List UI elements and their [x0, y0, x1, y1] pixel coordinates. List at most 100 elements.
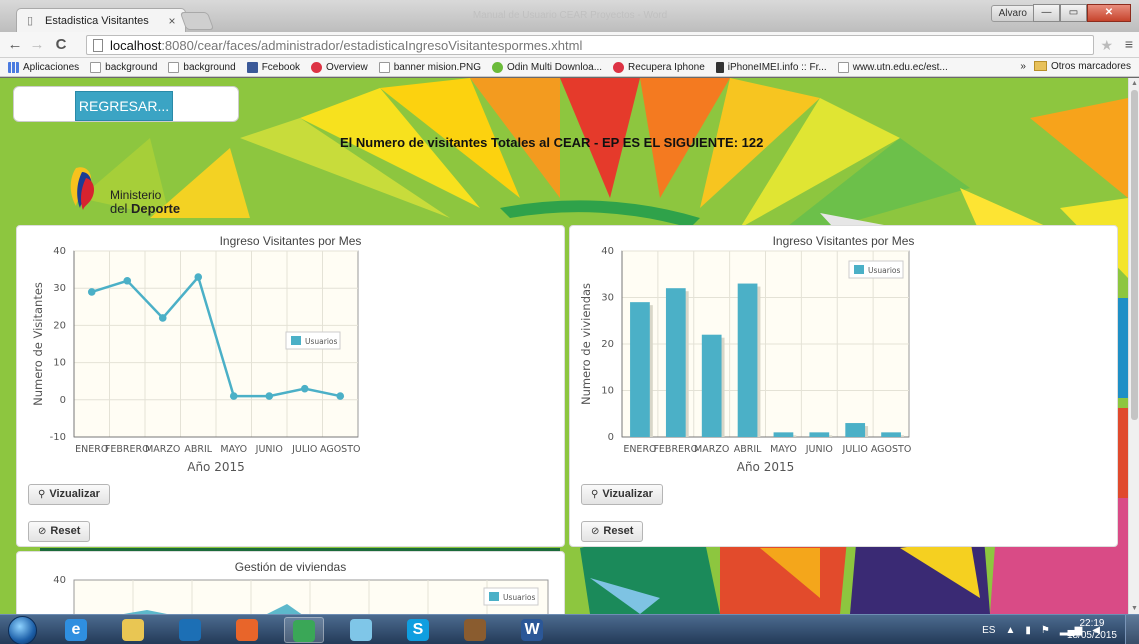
skype-icon[interactable]: S [398, 617, 438, 643]
reload-icon[interactable]: C [52, 36, 70, 54]
bookmark-item[interactable]: banner mision.PNG [378, 61, 481, 73]
reset-icon: ⊘ [38, 526, 47, 537]
y-tick-label: -10 [50, 432, 66, 443]
x-axis-title: Año 2015 [187, 460, 245, 474]
media-player-icon[interactable] [170, 617, 210, 643]
page-scrollbar[interactable]: ▲ ▼ [1128, 78, 1139, 614]
overview-icon [311, 61, 323, 73]
bookmark-item[interactable]: Odin Multi Downloa... [492, 61, 602, 73]
x-tick-label: AGOSTO [871, 444, 911, 455]
browser-toolbar: ← → C localhost:8080/cear/faces/administ… [0, 32, 1139, 58]
bookmarks-bar: Aplicaciones background background Fcebook O… [0, 58, 1139, 77]
language-indicator[interactable]: ES [982, 625, 995, 636]
page-icon: ▯ [27, 14, 34, 27]
maximize-button[interactable]: ▭ [1060, 4, 1087, 22]
bookmark-label: banner mision.PNG [393, 61, 481, 73]
logo-text-ministerio: Ministerio [110, 188, 162, 202]
legend-label: Usuarios [868, 266, 901, 275]
back-button[interactable]: REGRESAR... [75, 91, 173, 121]
browser-tab[interactable]: ▯ Estadistica Visitantes × [16, 8, 186, 32]
facebook-icon [246, 61, 258, 73]
x-tick-label: JUNIO [805, 444, 833, 455]
bookmark-item[interactable]: Aplicaciones [8, 61, 79, 73]
tray-expand-icon[interactable]: ▲ [1005, 625, 1015, 636]
data-point [265, 392, 274, 400]
other-bookmarks-folder[interactable]: Otros marcadores [1051, 61, 1131, 72]
chrome-icon[interactable] [284, 617, 324, 643]
x-tick-label: JULIO [842, 444, 868, 455]
show-desktop-button[interactable] [1125, 615, 1139, 644]
word-icon[interactable]: W [512, 617, 552, 643]
bookmark-label: background [183, 61, 236, 73]
legend-label: Usuarios [305, 337, 338, 346]
bookmark-label: www.utn.edu.ec/est... [852, 61, 948, 73]
bookmark-item[interactable]: iPhoneIMEI.info :: Fr... [715, 61, 827, 73]
clock-date: 18/05/2015 [1066, 630, 1117, 641]
view-button[interactable]: ⚲ Vizualizar [581, 484, 663, 505]
reset-button[interactable]: ⊘ Reset [581, 521, 644, 542]
back-arrow-icon[interactable]: ← [6, 36, 24, 54]
legend-swatch [291, 336, 301, 345]
close-tab-icon[interactable]: × [165, 14, 179, 28]
scrollbar-thumb[interactable] [1131, 90, 1138, 420]
bookmark-label: Recupera Iphone [628, 61, 705, 73]
minimize-button[interactable]: — [1033, 4, 1060, 22]
window-title: Manual de Usuario CEAR Proyectos - Word [472, 10, 668, 21]
tab-title: Estadistica Visitantes [45, 14, 149, 27]
folder-icon[interactable] [341, 617, 381, 643]
plot-area [73, 579, 549, 614]
network-icon[interactable]: ▮ [1025, 625, 1031, 636]
bar-chart-panel: Ingreso Visitantes por Mes 0 10 20 30 40 ENER… [569, 225, 1118, 547]
more-bookmarks-button[interactable]: » [1020, 61, 1026, 72]
view-button[interactable]: ⚲ Vizualizar [28, 484, 110, 505]
firefox-icon[interactable] [227, 617, 267, 643]
back-panel: REGRESAR... [13, 86, 239, 122]
bookmark-item[interactable]: www.utn.edu.ec/est... [837, 61, 948, 73]
windows-taskbar: eSW ES ▲ ▮ ⚑ ▂▄▆ ◀ 22:19 18/05/2015 [0, 614, 1139, 644]
page-content: REGRESAR... El Numero de visitantes Tota… [0, 78, 1128, 614]
scroll-up-icon[interactable]: ▲ [1131, 80, 1138, 87]
page-icon [378, 61, 390, 73]
close-window-button[interactable]: ✕ [1087, 4, 1131, 22]
app-icon[interactable] [455, 617, 495, 643]
ie-icon[interactable]: e [56, 617, 96, 643]
y-tick-label: 20 [53, 320, 66, 331]
url-path: :8080/cear/faces/administrador/estadisti… [161, 37, 583, 53]
x-tick-label: MARZO [694, 444, 729, 455]
android-icon [492, 61, 503, 73]
explorer-icon[interactable] [113, 617, 153, 643]
start-button[interactable] [8, 616, 37, 644]
page-icon [93, 38, 103, 52]
data-point [229, 392, 238, 400]
bar-chart: 0 10 20 30 40 ENEROFEBREROMARZO ABRIL MAYO JUNIO… [579, 246, 911, 474]
reset-button[interactable]: ⊘ Reset [28, 521, 91, 542]
scroll-down-icon[interactable]: ▼ [1131, 605, 1138, 612]
address-bar[interactable]: localhost:8080/cear/faces/administrador/… [86, 35, 1094, 55]
new-tab-button[interactable] [179, 12, 215, 30]
bar [809, 432, 830, 437]
forward-arrow-icon[interactable]: → [28, 36, 46, 54]
bookmark-item[interactable]: Fcebook [246, 61, 300, 73]
bookmark-item[interactable]: background [168, 61, 236, 73]
menu-icon[interactable]: ≡ [1125, 36, 1133, 52]
bookmark-label: iPhoneIMEI.info :: Fr... [727, 61, 827, 73]
clock[interactable]: 22:19 18/05/2015 [1067, 618, 1117, 642]
legend-swatch [489, 592, 499, 601]
user-profile-button[interactable]: Alvaro [990, 5, 1035, 22]
y-axis-title: Numero de viviendas [579, 283, 593, 405]
bookmark-item[interactable]: background [90, 61, 157, 73]
bookmark-item[interactable]: Recupera Iphone [613, 61, 705, 73]
flag-icon[interactable]: ⚑ [1041, 625, 1050, 636]
bookmark-star-icon[interactable]: ★ [1100, 37, 1113, 54]
x-tick-label: FEBRERO [105, 444, 150, 455]
x-tick-label: MAYO [220, 444, 247, 455]
bookmark-label: Overview [326, 61, 368, 73]
line-chart-panel: Ingreso Visitantes por Mes -10 0 10 20 30 40 E… [16, 225, 565, 547]
line-chart: -10 0 10 20 30 40 ENEROFEBREROMARZO ABRIL MAYO JU… [31, 246, 360, 474]
bar [701, 334, 722, 437]
x-tick-label: ABRIL [734, 444, 762, 455]
data-point [194, 273, 203, 281]
y-tick-label: 10 [601, 386, 614, 397]
bookmark-item[interactable]: Overview [311, 61, 368, 73]
x-tick-label: MAYO [770, 444, 797, 455]
